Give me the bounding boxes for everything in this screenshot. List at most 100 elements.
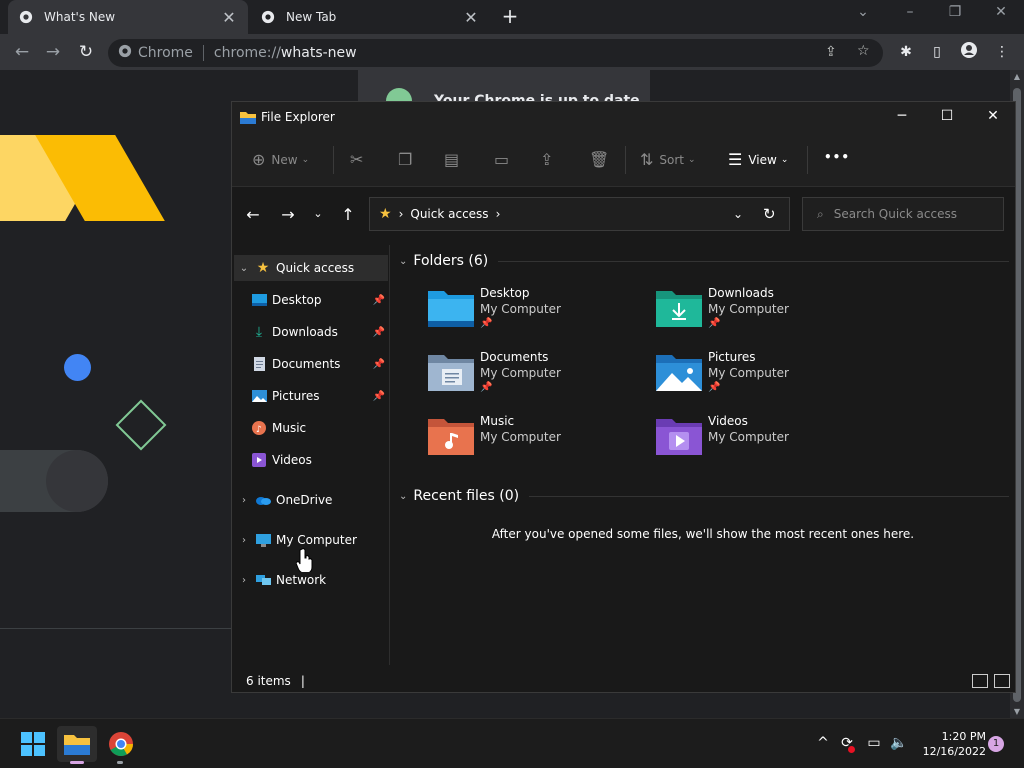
share-icon: ⇪ [540, 150, 554, 169]
sidebar-item-label: My Computer [276, 533, 357, 547]
scroll-up-icon[interactable]: ▲ [1010, 72, 1024, 81]
divider [807, 146, 808, 174]
sidebar-item-videos[interactable]: Videos [234, 447, 388, 473]
plus-icon[interactable]: + [498, 5, 522, 29]
omnibox[interactable]: Chrome chrome://whats-new [108, 39, 883, 67]
notification-badge[interactable]: 1 [988, 736, 1004, 752]
computer-icon [254, 532, 272, 548]
up-arrow-icon[interactable]: ↑ [336, 205, 360, 224]
chevron-right-icon[interactable]: › [234, 575, 254, 586]
back-arrow-icon[interactable]: ← [241, 205, 265, 224]
sidebar-item-documents[interactable]: Documents 📌 [234, 351, 388, 377]
view-button-label: View [748, 152, 777, 167]
search-input[interactable]: ⌕ Search Quick access [802, 197, 1004, 231]
share-button[interactable]: ⇪ [540, 150, 559, 169]
sidebar-item-desktop[interactable]: Desktop 📌 [234, 287, 388, 313]
minimize-icon[interactable]: – [898, 4, 922, 20]
cut-button[interactable]: ✂ [350, 150, 369, 169]
sidebar-item-quick-access[interactable]: ⌄ ★ Quick access [234, 255, 388, 281]
close-tab-icon[interactable]: ✕ [220, 8, 238, 27]
tab-search-icon[interactable]: ⌄ [851, 4, 875, 20]
sidebar-item-label: Quick access [276, 261, 355, 275]
display-icon[interactable]: ▭ [864, 735, 884, 751]
details-view-icon[interactable] [972, 674, 988, 688]
tab-whats-new[interactable]: What's New ✕ [8, 0, 248, 34]
sidebar-item-pictures[interactable]: Pictures 📌 [234, 383, 388, 409]
explorer-titlebar[interactable]: File Explorer ─ ☐ ✕ [232, 102, 1015, 132]
forward-arrow-icon[interactable]: → [276, 205, 300, 224]
clock-date: 12/16/2022 [922, 745, 986, 758]
folders-group-header[interactable]: ⌄ Folders (6) [399, 253, 1009, 269]
side-panel-icon[interactable]: ▯ [927, 42, 947, 62]
pictures-icon [250, 388, 268, 404]
large-icons-view-icon[interactable] [994, 674, 1010, 688]
chevron-right-icon[interactable]: › [234, 535, 254, 546]
folder-tile-pictures[interactable]: Pictures My Computer 📌 [656, 349, 876, 405]
folder-tile-downloads[interactable]: Downloads My Computer 📌 [656, 285, 876, 341]
sidebar-item-downloads[interactable]: ⤓ Downloads 📌 [234, 319, 388, 345]
back-arrow-icon[interactable]: ← [10, 40, 34, 64]
sidebar-item-label: Desktop [272, 293, 322, 307]
sort-icon: ⇅ [640, 150, 654, 169]
copy-button[interactable]: ❐ [398, 150, 418, 169]
file-explorer-taskbar-icon[interactable] [62, 729, 92, 759]
plus-circle-icon: ⊕ [252, 150, 266, 169]
sort-button[interactable]: ⇅ Sort ⌄ [640, 150, 696, 169]
forward-arrow-icon[interactable]: → [41, 40, 65, 64]
start-windows-icon[interactable] [18, 729, 48, 759]
profile-avatar-icon[interactable] [959, 42, 979, 62]
refresh-icon[interactable]: ↻ [763, 205, 776, 223]
more-options-button[interactable]: ••• [824, 150, 850, 164]
paste-button[interactable]: ▤ [444, 150, 465, 169]
tab-new-tab[interactable]: New Tab ✕ [250, 0, 490, 34]
folder-tile-desktop[interactable]: Desktop My Computer 📌 [428, 285, 648, 341]
downloads-icon: ⤓ [255, 324, 263, 340]
more-menu-icon[interactable]: ⋮ [992, 42, 1012, 62]
tab-title: What's New [44, 10, 116, 24]
restore-icon[interactable]: ❐ [943, 4, 967, 20]
reload-icon[interactable]: ↻ [74, 40, 98, 64]
maximize-icon[interactable]: ☐ [937, 108, 957, 124]
pin-icon: 📌 [372, 294, 386, 306]
folder-tile-music[interactable]: Music My Computer [428, 413, 648, 469]
taskbar-clock[interactable]: 1:20 PM 12/16/2022 [918, 729, 986, 759]
clock-time: 1:20 PM [941, 730, 986, 743]
recent-files-group-header[interactable]: ⌄ Recent files (0) [399, 488, 1009, 504]
divider [0, 628, 231, 629]
bookmark-star-icon[interactable]: ☆ [857, 43, 870, 59]
recent-locations-chevron-icon[interactable]: ⌄ [306, 207, 330, 220]
chevron-down-icon: ⌄ [399, 255, 408, 267]
delete-button[interactable]: 🗑 [589, 150, 615, 169]
close-window-icon[interactable]: ✕ [983, 108, 1003, 124]
close-window-icon[interactable]: ✕ [989, 4, 1013, 20]
pin-icon: 📌 [708, 382, 721, 393]
chevron-up-icon[interactable]: ^ [813, 735, 833, 751]
folder-tile-documents[interactable]: Documents My Computer 📌 [428, 349, 648, 405]
scroll-down-icon[interactable]: ▼ [1010, 707, 1024, 716]
chevron-right-icon[interactable]: › [234, 495, 254, 506]
folder-tile-videos[interactable]: Videos My Computer [656, 413, 876, 469]
pin-icon: 📌 [372, 326, 386, 338]
view-button[interactable]: ☰ View ⌄ [728, 150, 788, 169]
volume-icon[interactable]: 🔈 [889, 735, 909, 751]
breadcrumb-chevron-icon: › [398, 207, 404, 221]
address-bar[interactable]: ★ › Quick access › ⌄ ↻ [369, 197, 790, 231]
close-tab-icon[interactable]: ✕ [462, 8, 480, 27]
rename-button[interactable]: ▭ [494, 150, 515, 169]
new-button[interactable]: ⊕ New ⌄ [252, 150, 309, 169]
cloud-icon [254, 492, 272, 508]
address-history-chevron-icon[interactable]: ⌄ [733, 207, 743, 221]
taskbar: ^ ⟳ ▭ 🔈 1:20 PM 12/16/2022 1 [0, 718, 1024, 768]
minimize-icon[interactable]: ─ [892, 108, 912, 124]
chevron-down-icon: ⌄ [399, 490, 408, 502]
breadcrumb-quick-access[interactable]: Quick access [410, 207, 488, 221]
decorative-shape [64, 354, 91, 381]
chrome-taskbar-icon[interactable] [106, 729, 136, 759]
share-icon[interactable]: ⇪ [825, 44, 837, 60]
folder-location: My Computer [480, 302, 561, 316]
sidebar-item-onedrive[interactable]: › OneDrive [234, 487, 388, 513]
sidebar-item-music[interactable]: ♪ Music [234, 415, 388, 441]
videos-icon [250, 452, 268, 468]
extensions-puzzle-icon[interactable]: ✱ [896, 42, 916, 62]
chevron-down-icon[interactable]: ⌄ [234, 263, 254, 274]
